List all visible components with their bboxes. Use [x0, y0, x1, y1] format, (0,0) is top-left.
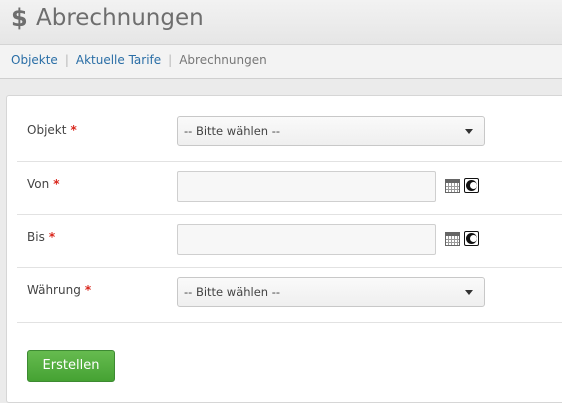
- objekt-select[interactable]: -- Bitte wählen --: [177, 116, 485, 146]
- required-marker: *: [84, 283, 92, 297]
- von-label: Von *: [27, 177, 60, 191]
- calendar-icon[interactable]: [445, 232, 460, 246]
- page-header: $ Abrechnungen: [0, 0, 562, 45]
- breadcrumb-separator: |: [64, 53, 69, 67]
- breadcrumb-separator: |: [168, 53, 173, 67]
- von-date-input[interactable]: [177, 171, 436, 202]
- required-marker: *: [70, 123, 77, 137]
- dollar-icon: $: [11, 4, 28, 32]
- breadcrumb-current: Abrechnungen: [179, 53, 267, 67]
- objekt-label: Objekt *: [27, 123, 77, 137]
- required-marker: *: [53, 177, 60, 191]
- breadcrumb-objekte[interactable]: Objekte: [11, 53, 58, 67]
- waehrung-label: Währung *: [27, 283, 92, 297]
- clear-date-icon[interactable]: [464, 231, 479, 246]
- form-row-objekt: Objekt * -- Bitte wählen --: [17, 108, 562, 162]
- chevron-down-icon: [465, 290, 473, 295]
- form-row-waehrung: Währung * -- Bitte wählen --: [17, 267, 562, 323]
- bis-label: Bis *: [27, 230, 56, 244]
- form-row-bis: Bis *: [17, 214, 562, 268]
- breadcrumb: Objekte | Aktuelle Tarife | Abrechnungen: [0, 45, 562, 79]
- clear-date-icon[interactable]: [464, 178, 479, 193]
- required-marker: *: [48, 230, 56, 244]
- form-panel: Objekt * -- Bitte wählen -- Von * Bis * Wäh…: [6, 95, 562, 403]
- page-title: Abrechnungen: [36, 5, 204, 31]
- create-button[interactable]: Erstellen: [27, 350, 115, 382]
- chevron-down-icon: [465, 129, 473, 134]
- calendar-icon[interactable]: [445, 179, 460, 193]
- bis-date-input[interactable]: [177, 224, 436, 255]
- breadcrumb-aktuelle-tarife[interactable]: Aktuelle Tarife: [76, 53, 161, 67]
- form-row-von: Von *: [17, 161, 562, 215]
- waehrung-select[interactable]: -- Bitte wählen --: [177, 277, 485, 307]
